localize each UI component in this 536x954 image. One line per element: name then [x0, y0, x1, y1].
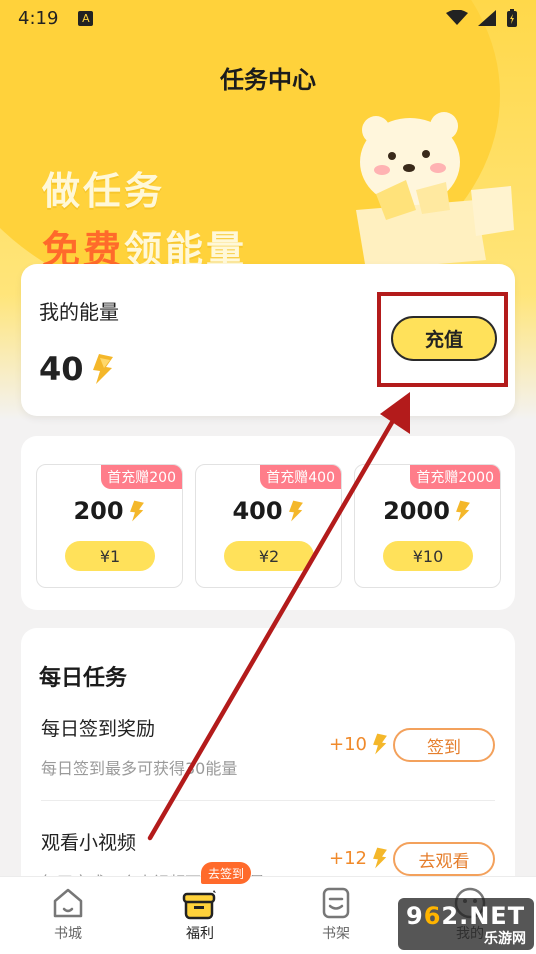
slogan-line-1: 做任务: [42, 169, 166, 213]
gift-basket-icon: [182, 890, 216, 920]
nav-item-bookshelf[interactable]: 书架: [296, 883, 376, 943]
notification-badge: A: [78, 10, 94, 26]
promo-slogan: 做任务 免费领能量: [42, 160, 247, 274]
package-amount-value: 400: [232, 497, 283, 525]
energy-bolt-icon: [373, 733, 387, 755]
wifi-icon: [446, 10, 468, 25]
energy-balance: 40: [39, 350, 116, 388]
package-price-button[interactable]: ¥2: [224, 541, 314, 571]
package-bonus-badge: 首充赠400: [260, 465, 341, 489]
task-reward-value: +10: [329, 733, 367, 755]
house-icon: [53, 888, 83, 918]
checkin-reminder-bubble[interactable]: 去签到: [201, 862, 252, 884]
task-reward: +12: [329, 846, 389, 870]
energy-bolt-icon: [129, 500, 144, 522]
page-title: 任务中心: [220, 66, 316, 94]
nav-label: 书架: [322, 926, 350, 942]
package-price-button[interactable]: ¥1: [65, 541, 155, 571]
energy-bolt-icon: [288, 500, 303, 522]
package-card-400[interactable]: 首充赠400 400 ¥2: [195, 464, 342, 588]
nav-label: 书城: [54, 926, 82, 942]
package-amount-value: 2000: [383, 497, 450, 525]
nav-item-welfare[interactable]: 福利: [160, 883, 240, 943]
watermark-mid: 6: [423, 902, 442, 930]
site-watermark: 962.NET 乐游网: [398, 898, 534, 950]
signal-icon: [478, 10, 496, 26]
task-reward: +10: [329, 732, 389, 756]
task-divider: [41, 800, 495, 801]
watch-video-button[interactable]: 去观看: [393, 842, 495, 876]
task-row-checkin: 每日签到奖励 每日签到最多可获得30能量 +10 签到: [41, 714, 495, 779]
recharge-highlight-box: 充值: [377, 292, 508, 387]
book-icon: [322, 887, 350, 919]
energy-bolt-icon: [92, 354, 113, 384]
package-amount-value: 200: [73, 497, 124, 525]
package-amount: 400: [196, 497, 341, 525]
energy-bolt-icon: [373, 847, 387, 869]
battery-icon: [507, 9, 517, 27]
package-amount: 200: [37, 497, 182, 525]
watermark-site-name: 乐游网: [484, 931, 526, 947]
watermark-logo-text: 962.NET: [406, 902, 525, 930]
my-energy-card: 我的能量 40 充值: [21, 264, 515, 416]
recharge-button[interactable]: 充值: [391, 316, 497, 361]
package-card-200[interactable]: 首充赠200 200 ¥1: [36, 464, 183, 588]
energy-bolt-icon: [455, 500, 470, 522]
daily-tasks-title: 每日任务: [39, 666, 128, 691]
package-price-button[interactable]: ¥10: [383, 541, 473, 571]
package-amount: 2000: [355, 497, 500, 525]
checkin-button[interactable]: 签到: [393, 728, 495, 762]
status-bar: 4:19 A: [0, 0, 536, 36]
watermark-prefix: 9: [406, 902, 424, 930]
status-time: 4:19: [18, 7, 59, 29]
package-bonus-badge: 首充赠200: [101, 465, 182, 489]
nav-label: 福利: [186, 926, 214, 942]
my-energy-label: 我的能量: [39, 300, 119, 324]
bear-mascot-illustration: [356, 112, 514, 270]
package-bonus-badge: 首充赠2000: [410, 465, 500, 489]
watermark-suffix: 2.NET: [441, 902, 526, 930]
task-reward-value: +12: [329, 847, 367, 869]
nav-item-bookstore[interactable]: 书城: [28, 883, 108, 943]
package-card-2000[interactable]: 首充赠2000 2000 ¥10: [354, 464, 501, 588]
energy-balance-value: 40: [39, 350, 84, 388]
recharge-packages: 首充赠200 200 ¥1 首充赠400 400 ¥2 首充赠2000 2000…: [21, 436, 515, 610]
